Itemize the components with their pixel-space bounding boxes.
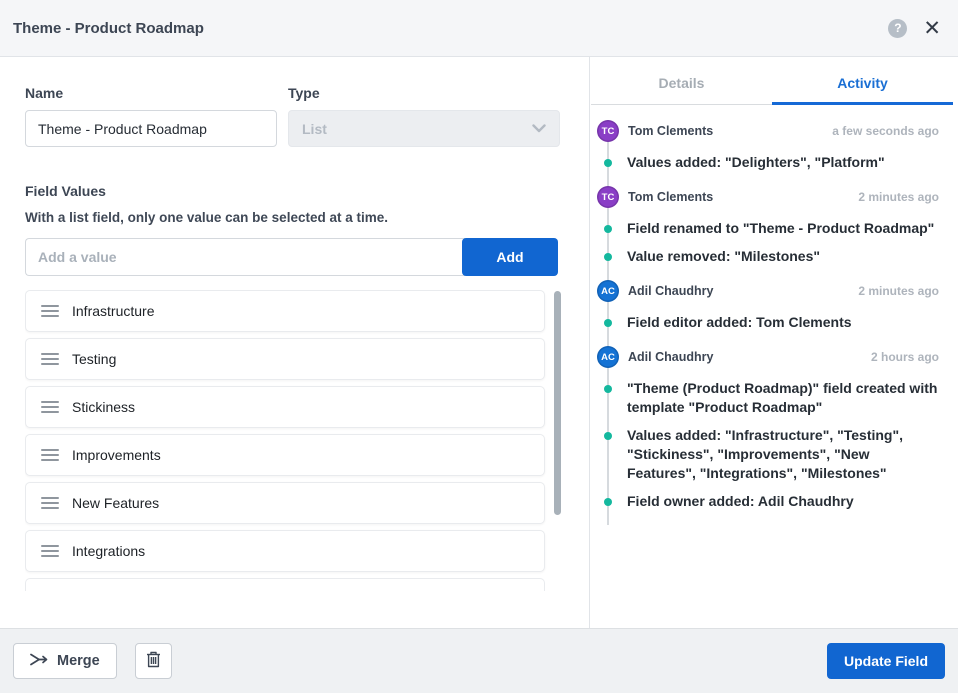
activity-entry: TC Tom Clements a few seconds ago Values… xyxy=(597,120,939,186)
tab-activity[interactable]: Activity xyxy=(772,63,953,104)
activity-entry-header: TC Tom Clements 2 minutes ago xyxy=(597,186,939,208)
add-value-row: Add xyxy=(25,238,558,276)
tab-details[interactable]: Details xyxy=(591,63,772,104)
field-values-list: Infrastructure Testing Stickiness Improv… xyxy=(25,290,563,592)
activity-item: Field editor added: Tom Clements xyxy=(597,313,939,332)
value-label: Infrastructure xyxy=(72,303,154,319)
avatar: AC xyxy=(597,280,619,302)
activity-entry: TC Tom Clements 2 minutes ago Field rena… xyxy=(597,186,939,280)
activity-item: Values added: "Delighters", "Platform" xyxy=(597,153,939,172)
value-label: New Features xyxy=(72,495,159,511)
avatar: AC xyxy=(597,346,619,368)
modal-footer: Merge Update Field xyxy=(0,628,958,693)
activity-item: Value removed: "Milestones" xyxy=(597,247,939,266)
value-row[interactable]: New Features xyxy=(25,482,545,524)
drag-handle-icon[interactable] xyxy=(41,545,59,557)
edit-field-modal: Theme - Product Roadmap ? ✕ Name Type Li… xyxy=(0,0,958,693)
activity-timestamp: a few seconds ago xyxy=(832,124,939,138)
activity-items: "Theme (Product Roadmap)" field created … xyxy=(597,379,939,511)
activity-items: Values added: "Delighters", "Platform" xyxy=(597,153,939,172)
fields-row: Name Type List xyxy=(25,85,589,147)
list-scrollbar-thumb[interactable] xyxy=(554,291,561,515)
value-row[interactable]: Improvements xyxy=(25,434,545,476)
avatar: TC xyxy=(597,120,619,142)
drag-handle-icon[interactable] xyxy=(41,497,59,509)
update-field-button[interactable]: Update Field xyxy=(827,643,945,679)
type-field-group: Type List xyxy=(288,85,560,147)
drag-handle-icon[interactable] xyxy=(41,401,59,413)
activity-entry: AC Adil Chaudhry 2 hours ago "Theme (Pro… xyxy=(597,346,939,525)
activity-entry: AC Adil Chaudhry 2 minutes ago Field edi… xyxy=(597,280,939,346)
value-label: Stickiness xyxy=(72,399,135,415)
activity-timestamp: 2 minutes ago xyxy=(858,284,939,298)
activity-item: Field owner added: Adil Chaudhry xyxy=(597,492,939,511)
drag-handle-icon[interactable] xyxy=(41,353,59,365)
modal-title: Theme - Product Roadmap xyxy=(13,20,204,37)
activity-entry-header: TC Tom Clements a few seconds ago xyxy=(597,120,939,142)
drag-handle-icon[interactable] xyxy=(41,449,59,461)
delete-button[interactable] xyxy=(135,643,172,679)
help-icon[interactable]: ? xyxy=(888,19,907,38)
value-row[interactable]: Infrastructure xyxy=(25,290,545,332)
trash-icon xyxy=(146,651,161,671)
merge-button[interactable]: Merge xyxy=(13,643,117,679)
tabs-bar: Details Activity xyxy=(591,63,953,105)
merge-icon xyxy=(30,652,49,671)
close-icon[interactable]: ✕ xyxy=(923,18,941,39)
modal-header: Theme - Product Roadmap ? ✕ xyxy=(0,0,958,57)
activity-items: Field renamed to "Theme - Product Roadma… xyxy=(597,219,939,266)
activity-entry-header: AC Adil Chaudhry 2 hours ago xyxy=(597,346,939,368)
activity-timestamp: 2 minutes ago xyxy=(858,190,939,204)
activity-item: Values added: "Infrastructure", "Testing… xyxy=(597,426,939,483)
avatar: TC xyxy=(597,186,619,208)
type-label: Type xyxy=(288,85,560,101)
activity-timestamp: 2 hours ago xyxy=(871,350,939,364)
type-select: List xyxy=(288,110,560,147)
activity-user-name: Tom Clements xyxy=(628,124,713,138)
value-row[interactable]: Integrations xyxy=(25,530,545,572)
drag-handle-icon[interactable] xyxy=(41,305,59,317)
activity-item: Field renamed to "Theme - Product Roadma… xyxy=(597,219,939,238)
name-input[interactable] xyxy=(25,110,277,147)
field-values-heading: Field Values xyxy=(25,183,589,199)
name-label: Name xyxy=(25,85,277,101)
activity-item: "Theme (Product Roadmap)" field created … xyxy=(597,379,939,417)
field-values-helper: With a list field, only one value can be… xyxy=(25,210,589,225)
value-row-partial[interactable] xyxy=(25,578,545,591)
modal-main: Name Type List Field Values With a list … xyxy=(0,57,958,628)
value-row[interactable]: Stickiness xyxy=(25,386,545,428)
add-button[interactable]: Add xyxy=(462,238,558,276)
value-label: Improvements xyxy=(72,447,161,463)
left-panel: Name Type List Field Values With a list … xyxy=(0,57,590,628)
value-label: Integrations xyxy=(72,543,145,559)
activity-user-name: Adil Chaudhry xyxy=(628,350,713,364)
activity-entry-header: AC Adil Chaudhry 2 minutes ago xyxy=(597,280,939,302)
activity-user-name: Adil Chaudhry xyxy=(628,284,713,298)
merge-button-label: Merge xyxy=(57,653,100,669)
value-label: Testing xyxy=(72,351,116,367)
value-row[interactable]: Testing xyxy=(25,338,545,380)
name-field-group: Name xyxy=(25,85,277,147)
activity-items: Field editor added: Tom Clements xyxy=(597,313,939,332)
type-select-value: List xyxy=(302,121,327,137)
right-panel: Details Activity TC Tom Clements a few s… xyxy=(590,57,958,628)
activity-feed: TC Tom Clements a few seconds ago Values… xyxy=(590,105,958,628)
activity-user-name: Tom Clements xyxy=(628,190,713,204)
chevron-down-icon xyxy=(532,124,546,133)
add-value-input[interactable] xyxy=(25,238,465,276)
